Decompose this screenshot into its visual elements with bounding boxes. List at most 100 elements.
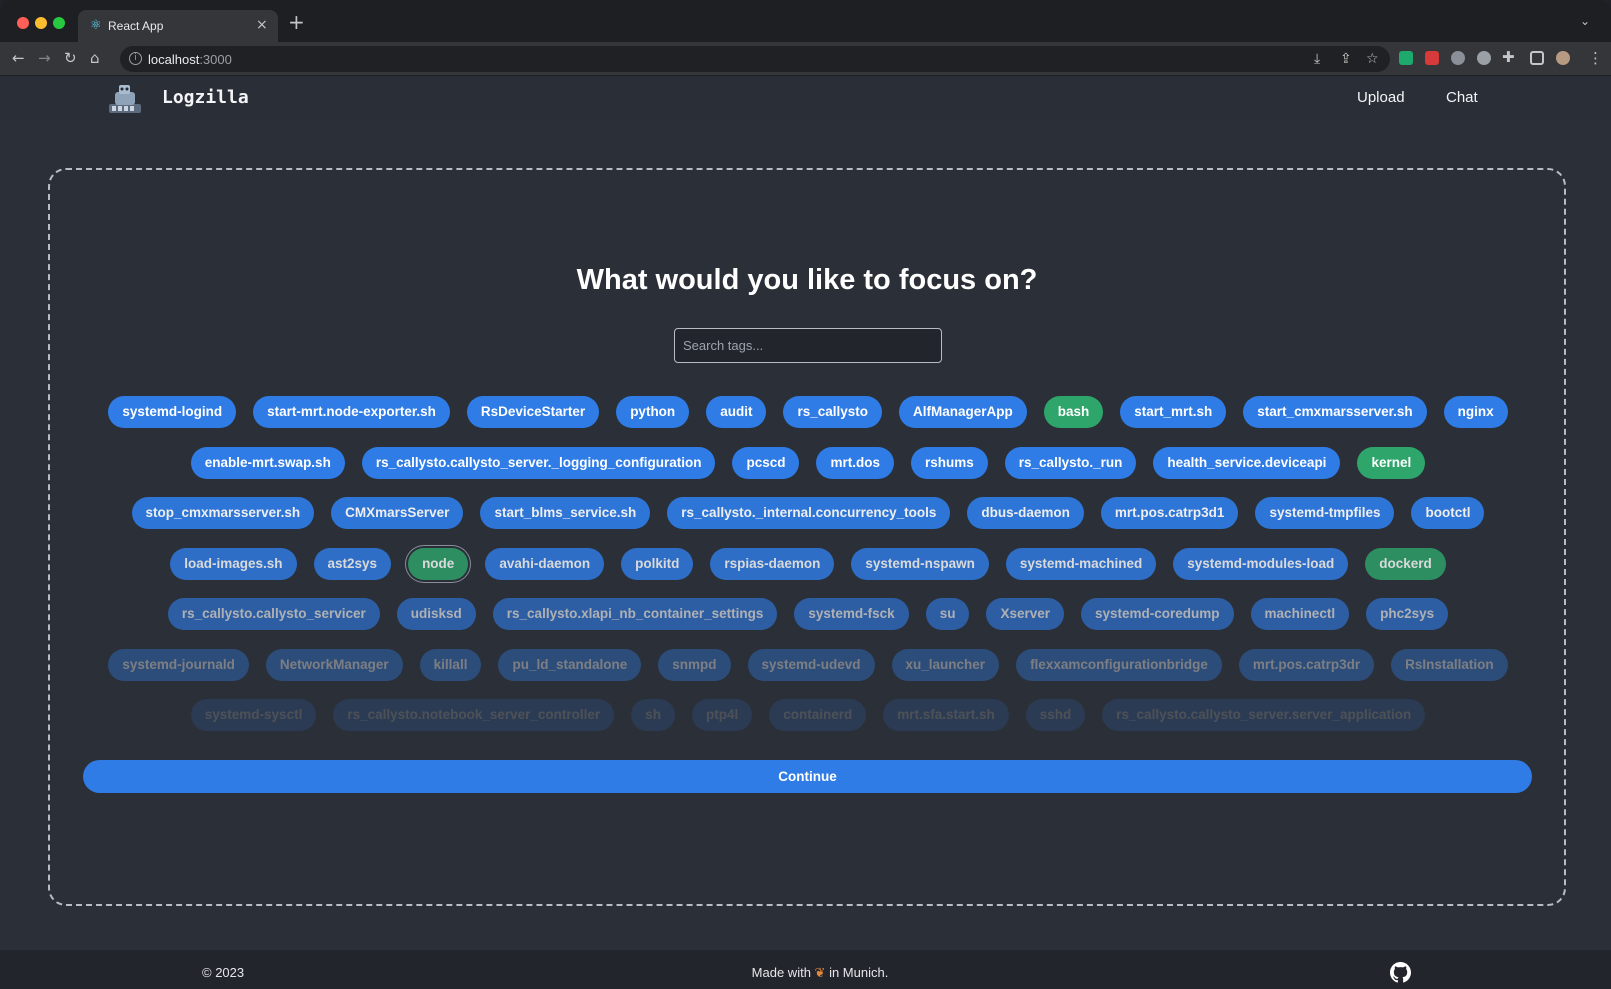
tag-chip[interactable]: systemd-journald: [108, 648, 249, 681]
tag-chip[interactable]: audit: [706, 396, 767, 428]
tag-chip[interactable]: rs_callysto.callysto_server.server_appli…: [1102, 699, 1426, 731]
tag-chip[interactable]: sh: [631, 699, 675, 731]
tag-chip[interactable]: mrt.pos.catrp3dr: [1238, 648, 1375, 681]
tag-chip[interactable]: start_mrt.sh: [1120, 396, 1227, 428]
browser-toolbar: ← → ↻ ⌂ i localhost:3000 ⤓ ⇪ ☆ ✚ ⋮: [0, 42, 1611, 76]
tag-chip[interactable]: sshd: [1025, 699, 1086, 731]
tag-chip[interactable]: systemd-machined: [1005, 547, 1157, 580]
tag-chip[interactable]: snmpd: [658, 648, 731, 681]
tag-chip[interactable]: rshums: [911, 446, 988, 479]
tag-chip[interactable]: start_cmxmarsserver.sh: [1243, 396, 1427, 428]
tag-chip[interactable]: flexxamconfigurationbridge: [1016, 648, 1222, 681]
tag-chip[interactable]: start_blms_service.sh: [480, 497, 651, 529]
extensions-icon[interactable]: ✚: [1502, 48, 1515, 66]
tag-chip[interactable]: su: [925, 598, 970, 630]
star-icon[interactable]: ☆: [1366, 51, 1379, 67]
tag-chip[interactable]: systemd-fsck: [794, 598, 909, 630]
tag-chip[interactable]: systemd-coredump: [1081, 598, 1234, 630]
tag-chip[interactable]: rs_callysto.xlapi_nb_container_settings: [492, 598, 778, 630]
tag-chip[interactable]: rspias-daemon: [710, 547, 835, 580]
tag-chip[interactable]: systemd-udevd: [747, 648, 875, 681]
tag-chip[interactable]: systemd-sysctl: [190, 699, 317, 731]
github-icon[interactable]: [1390, 962, 1411, 983]
tag-chip[interactable]: mrt.dos: [816, 446, 894, 479]
menu-icon[interactable]: ⋮: [1588, 49, 1603, 67]
extension-icon[interactable]: [1425, 51, 1439, 65]
tag-chip[interactable]: Xserver: [986, 598, 1064, 630]
tag-chip[interactable]: nginx: [1443, 396, 1508, 428]
tag-chip[interactable]: stop_cmxmarsserver.sh: [131, 497, 315, 529]
close-window-button[interactable]: [17, 17, 29, 29]
tag-chip[interactable]: dbus-daemon: [967, 497, 1084, 529]
tag-row: systemd-logind start-mrt.node-exporter.sh…: [88, 396, 1528, 428]
download-icon[interactable]: ⤓: [1314, 51, 1320, 67]
extension-icon[interactable]: [1399, 51, 1413, 65]
tag-chip[interactable]: rs_callysto.callysto_servicer: [167, 598, 380, 630]
tag-chip[interactable]: pcscd: [732, 446, 800, 479]
profile-icon[interactable]: [1556, 51, 1570, 65]
nav-upload-link[interactable]: Upload: [1357, 89, 1405, 106]
tag-chip[interactable]: systemd-nspawn: [851, 547, 989, 580]
brand-name[interactable]: Logzilla: [162, 87, 249, 108]
back-icon[interactable]: ←: [12, 49, 25, 67]
tag-chip[interactable]: enable-mrt.swap.sh: [190, 446, 345, 479]
tag-chip[interactable]: bootctl: [1411, 497, 1485, 529]
tag-chip[interactable]: machinectl: [1250, 598, 1350, 630]
close-icon[interactable]: ×: [256, 17, 268, 33]
tag-chip[interactable]: load-images.sh: [170, 547, 297, 580]
browser-tab[interactable]: ⚛ React App ×: [78, 10, 278, 42]
tag-chip[interactable]: rs_callysto._internal.concurrency_tools: [667, 497, 951, 529]
tag-chip[interactable]: dockerd: [1365, 547, 1446, 580]
tag-chip[interactable]: udisksd: [396, 598, 476, 630]
tag-chip[interactable]: rs_callysto.notebook_server_controller: [333, 699, 615, 731]
tag-chip[interactable]: pu_ld_standalone: [498, 648, 642, 681]
tag-chip[interactable]: mrt.sfa.start.sh: [883, 699, 1009, 731]
forward-icon[interactable]: →: [38, 49, 51, 67]
tag-chip[interactable]: bash: [1043, 396, 1104, 428]
nav-chat-link[interactable]: Chat: [1446, 89, 1478, 106]
tab-title: React App: [108, 19, 164, 33]
tag-chip[interactable]: rs_callysto: [783, 396, 882, 428]
tag-chip[interactable]: avahi-daemon: [485, 547, 605, 580]
address-bar[interactable]: i localhost:3000 ⤓ ⇪ ☆: [120, 46, 1390, 72]
tag-chip[interactable]: ast2sys: [313, 547, 392, 580]
sidebar-icon[interactable]: [1530, 51, 1544, 65]
tag-chip[interactable]: kernel: [1357, 446, 1426, 479]
reload-icon[interactable]: ↻: [64, 49, 77, 67]
continue-button[interactable]: Continue: [83, 760, 1532, 793]
tag-chip[interactable]: containerd: [769, 699, 867, 731]
tag-chip[interactable]: killall: [419, 648, 482, 681]
tag-chip[interactable]: RsInstallation: [1391, 648, 1508, 681]
shield-icon[interactable]: [1451, 51, 1465, 65]
tag-chip[interactable]: systemd-logind: [108, 396, 237, 428]
tag-chip[interactable]: polkitd: [621, 547, 694, 580]
minimize-window-button[interactable]: [35, 17, 47, 29]
tag-chip[interactable]: rs_callysto.callysto_server._logging_con…: [361, 446, 716, 479]
maximize-window-button[interactable]: [53, 17, 65, 29]
info-icon[interactable]: i: [129, 52, 142, 65]
share-icon[interactable]: ⇪: [1340, 51, 1352, 67]
tag-chip[interactable]: AlfManagerApp: [898, 396, 1027, 428]
extension-icon[interactable]: [1477, 51, 1491, 65]
home-icon[interactable]: ⌂: [90, 49, 100, 67]
tag-chip[interactable]: ptp4l: [691, 699, 753, 731]
plus-icon[interactable]: +: [288, 12, 305, 32]
tag-row: systemd-sysctl rs_callysto.notebook_serve…: [88, 699, 1528, 731]
tag-chip[interactable]: systemd-tmpfiles: [1255, 497, 1395, 529]
search-tags-input[interactable]: [674, 328, 942, 363]
tag-chip[interactable]: health_service.deviceapi: [1153, 446, 1341, 479]
tag-chip[interactable]: rs_callysto._run: [1004, 446, 1137, 479]
tag-chip[interactable]: RsDeviceStarter: [466, 396, 600, 428]
tag-chip[interactable]: xu_launcher: [891, 648, 1000, 681]
tag-chip[interactable]: NetworkManager: [265, 648, 403, 681]
tag-chip[interactable]: systemd-modules-load: [1173, 547, 1349, 580]
tag-chip[interactable]: CMXmarsServer: [331, 497, 464, 529]
tag-chip[interactable]: phc2sys: [1366, 598, 1449, 630]
tag-chip[interactable]: python: [616, 396, 690, 428]
chevron-down-icon[interactable]: ⌄: [1580, 14, 1590, 28]
app-header: Logzilla Upload Chat: [0, 76, 1611, 121]
tag-chip[interactable]: mrt.pos.catrp3d1: [1100, 497, 1239, 529]
tag-row: enable-mrt.swap.sh rs_callysto.callysto_s…: [88, 446, 1528, 479]
tag-chip[interactable]: start-mrt.node-exporter.sh: [253, 396, 450, 428]
tag-chip[interactable]: node: [408, 547, 469, 580]
